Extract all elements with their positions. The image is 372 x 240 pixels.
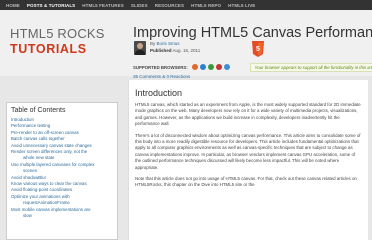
- logo-subtitle: TUTORIALS: [10, 42, 87, 56]
- author-name-link[interactable]: Boris Smus: [157, 41, 180, 46]
- nav-item[interactable]: SLIDES: [131, 3, 148, 8]
- section-heading: Introduction: [135, 88, 183, 98]
- supported-browsers-label: SUPPORTED BROWSERS:: [133, 64, 188, 70]
- toc-item[interactable]: slow: [11, 213, 113, 219]
- paragraph-2: There's a lot of disconnected wisdom abo…: [135, 132, 361, 170]
- nav-item[interactable]: RESOURCES: [155, 3, 184, 8]
- toc-list: Introduction Performance testing Pre-rende…: [7, 117, 117, 220]
- published-label: Published: [150, 48, 172, 53]
- nav-item[interactable]: HTML5 REPO: [191, 3, 221, 8]
- logo-title: HTML5 ROCKS: [10, 26, 105, 41]
- page-title: Improving HTML5 Canvas Performance: [133, 25, 372, 41]
- paragraph-1: HTML5 canvas, which started as an experi…: [135, 102, 361, 127]
- published-date: Aug. 16, 2011: [172, 48, 201, 53]
- comments-link[interactable]: 35 Comments & 0 Reactions: [133, 74, 190, 79]
- svg-text:5: 5: [256, 46, 260, 53]
- author-avatar[interactable]: [134, 41, 146, 55]
- browser-icon: [223, 64, 230, 70]
- nav-item[interactable]: POSTS & TUTORIALS: [27, 3, 75, 8]
- support-note: Your browser appears to support all the …: [249, 62, 372, 72]
- nav-item[interactable]: HTML5 LIVE: [228, 3, 255, 8]
- supported-browsers-row: SUPPORTED BROWSERS: Your browser appears…: [133, 62, 372, 72]
- browser-icon: [207, 64, 214, 70]
- by-label: By: [150, 41, 156, 46]
- nav-item[interactable]: HOME: [6, 3, 20, 8]
- browser-icon: [191, 64, 198, 70]
- byline: By Boris Smus: [150, 41, 180, 46]
- toc-title: Table of Contents: [11, 107, 66, 114]
- published-info: Published Aug. 16, 2011: [150, 48, 200, 53]
- browser-icon: [215, 64, 222, 70]
- article-header: HTML5 ROCKS TUTORIALS Improving HTML5 Ca…: [0, 10, 372, 79]
- browser-icons: [191, 64, 230, 70]
- site-logo[interactable]: HTML5 ROCKS TUTORIALS: [10, 26, 105, 56]
- article-body: Introduction HTML5 canvas, which started…: [128, 80, 368, 240]
- nav-list: HOME POSTS & TUTORIALS HTML5 FEATURES SLIDE…: [0, 0, 372, 10]
- html5-badge-icon: 5: [252, 41, 264, 57]
- browser-icon: [199, 64, 206, 70]
- top-nav: HOME POSTS & TUTORIALS HTML5 FEATURES SLIDE…: [0, 0, 372, 10]
- table-of-contents: Table of Contents Introduction Performanc…: [6, 102, 118, 240]
- paragraph-3: Note that this article does not go into …: [135, 176, 357, 188]
- nav-item[interactable]: HTML5 FEATURES: [82, 3, 124, 8]
